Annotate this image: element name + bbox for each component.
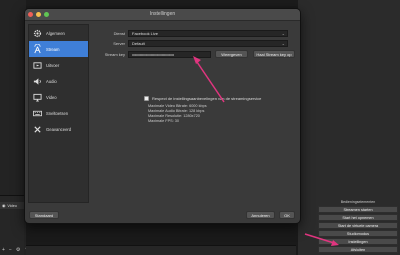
start-virtual-camera-button[interactable]: Start de virtuele camera [318, 222, 398, 229]
scene-item-label: Video [7, 203, 17, 208]
service-label: Dienst [113, 31, 125, 36]
settings-button[interactable]: Instellingen [318, 238, 398, 245]
exit-button[interactable]: Afsluiten [318, 246, 398, 253]
controls-panel: Bedieningselementen Streamen starten Sta… [318, 200, 398, 254]
sidebar-item-label: Algemeen [46, 30, 65, 36]
service-value: Facebook Live [132, 31, 159, 36]
scenes-panel: ◉ Video + − ⚙ ⌃ ⌄ [0, 195, 37, 255]
service-select[interactable]: Facebook Live ⌄ [128, 30, 288, 37]
server-value: Default [132, 41, 145, 46]
scene-item[interactable]: ◉ Video [0, 202, 24, 209]
server-label: Server [113, 41, 125, 46]
speaker-icon [32, 76, 42, 86]
sidebar-item-label: Audio [46, 78, 57, 84]
settings-sidebar: Algemeen Stream Uitvoer Audio Video Snel… [28, 24, 89, 203]
respect-recommendations-label: Respect de instellingsaanbevelingen van … [152, 96, 262, 101]
sidebar-item-stream[interactable]: Stream [29, 41, 88, 57]
sidebar-item-label: Video [46, 94, 57, 100]
sidebar-item-audio[interactable]: Audio [29, 73, 88, 89]
sidebar-item-advanced[interactable]: Geavanceerd [29, 121, 88, 137]
sidebar-item-label: Geavanceerd [46, 126, 72, 132]
defaults-button[interactable]: Standaard [29, 211, 59, 219]
server-select[interactable]: Default ⌄ [128, 40, 288, 47]
eye-icon[interactable]: ◉ [2, 203, 5, 208]
sidebar-item-video[interactable]: Video [29, 89, 88, 105]
sidebar-item-label: Uitvoer [46, 62, 60, 68]
tools-icon [32, 124, 42, 134]
sources-strip [26, 245, 296, 255]
remove-icon[interactable]: − [9, 247, 12, 253]
add-icon[interactable]: + [2, 247, 5, 253]
chevron-down-icon: ⌄ [281, 41, 285, 46]
start-recording-button[interactable]: Start het opnemen [318, 214, 398, 221]
stream-key-input[interactable]: •••••••••••••••••••••••••••••••••••••• [128, 50, 211, 58]
monitor-icon [32, 92, 42, 102]
output-icon [32, 60, 42, 70]
server-row: Server Default ⌄ [95, 40, 288, 47]
respect-recommendations-checkbox[interactable] [144, 96, 149, 101]
sidebar-item-general[interactable]: Algemeen [29, 25, 88, 41]
max-fps: Maximale FPS: 30 [148, 119, 180, 123]
settings-dialog: Instellingen Algemeen Stream Uitvoer Aud… [24, 8, 301, 224]
stream-key-label: Stream key [104, 51, 125, 57]
show-key-button[interactable]: Weergeven [215, 50, 248, 58]
sidebar-item-output[interactable]: Uitvoer [29, 57, 88, 73]
sidebar-item-label: Stream [46, 46, 60, 52]
recommendations-info: Maximale Video Bitrate: 6000 kbps Maxima… [148, 104, 207, 124]
start-streaming-button[interactable]: Streamen starten [318, 206, 398, 213]
get-stream-key-button[interactable]: Haal Stream key op [253, 50, 295, 58]
service-row: Dienst Facebook Live ⌄ [95, 30, 288, 37]
chevron-down-icon: ⌄ [281, 31, 285, 36]
gear-icon[interactable]: ⚙ [16, 247, 20, 253]
respect-recommendations-row[interactable]: Respect de instellingsaanbevelingen van … [144, 96, 261, 101]
keyboard-icon [32, 108, 42, 118]
ok-button[interactable]: OK [279, 211, 295, 219]
gear-icon [32, 28, 42, 38]
stream-settings-pane: Dienst Facebook Live ⌄ Server Default ⌄ … [93, 24, 298, 203]
studio-mode-button[interactable]: Studiomodus [318, 230, 398, 237]
cancel-button[interactable]: Annuleren [246, 211, 275, 219]
sidebar-item-label: Sneltoetsen [46, 110, 69, 116]
antenna-icon [32, 44, 42, 54]
dialog-title: Instellingen [149, 11, 176, 17]
sidebar-item-hotkeys[interactable]: Sneltoetsen [29, 105, 88, 121]
stream-key-row: Stream key •••••••••••••••••••••••••••••… [95, 50, 295, 58]
dialog-titlebar: Instellingen [25, 9, 300, 21]
